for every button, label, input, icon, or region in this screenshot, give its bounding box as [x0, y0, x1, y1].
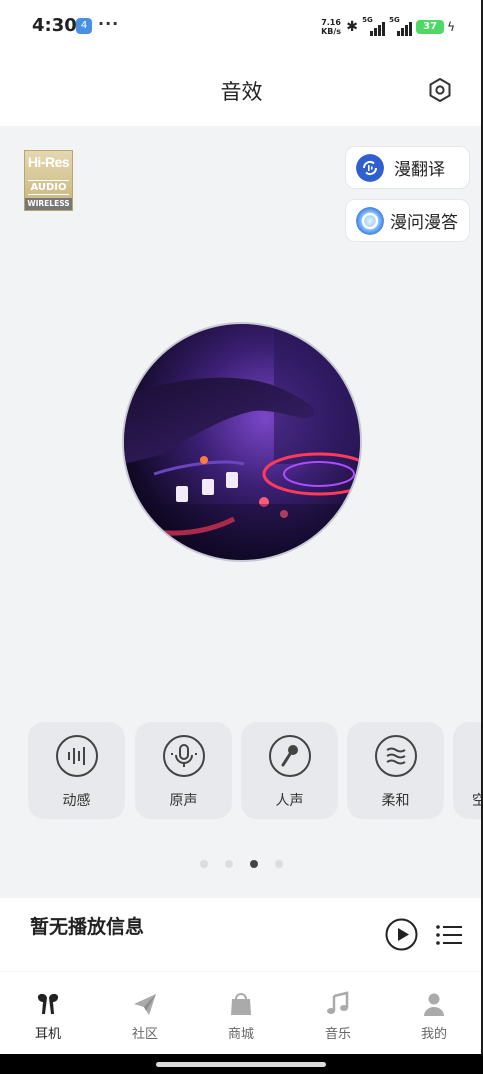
- person-icon: [424, 993, 444, 1016]
- hires-line2: AUDIO: [28, 180, 69, 195]
- translate-button[interactable]: 漫翻译: [345, 146, 470, 189]
- tab-label: 我的: [420, 1027, 447, 1042]
- paper-plane-icon: [134, 994, 156, 1015]
- ai-qa-button[interactable]: 漫问漫答: [345, 199, 470, 242]
- page-indicator: [0, 860, 483, 870]
- tab-label: 社区: [131, 1027, 158, 1042]
- preset-label: 人声: [275, 793, 304, 809]
- earbuds-icon: [37, 993, 59, 1014]
- signal-strength-icon-sim1: 5G: [362, 16, 386, 36]
- preset-original[interactable]: 原声: [135, 722, 232, 819]
- ai-qa-label: 漫问漫答: [390, 213, 458, 233]
- preset-soft[interactable]: 柔和: [347, 722, 444, 819]
- battery-icon: 37: [416, 20, 445, 34]
- now-playing-text: 暂无播放信息: [30, 916, 145, 938]
- music-note-icon: [327, 991, 349, 1014]
- sim2-network-label: 5G: [389, 16, 400, 24]
- page-dot[interactable]: [200, 860, 208, 868]
- charging-icon: ϟ: [447, 20, 455, 34]
- home-indicator[interactable]: [156, 1062, 326, 1067]
- playlist-icon[interactable]: [435, 922, 463, 948]
- sim1-network-label: 5G: [362, 16, 373, 24]
- translate-icon: [356, 153, 384, 182]
- status-indicators: 7.16 KB/s ✱ 5G 5G 37 ϟ: [320, 16, 455, 38]
- tab-community[interactable]: 社区: [97, 972, 193, 1054]
- status-bar: 4:30 4 ··· 7.16 KB/s ✱ 5G 5G 37 ϟ: [0, 0, 483, 54]
- more-notifications-icon: ···: [98, 14, 120, 33]
- bottom-tab-bar: 耳机 社区 商城 音乐 我的: [0, 972, 483, 1054]
- dj-mixer-illustration: [124, 324, 360, 560]
- preset-label: 原声: [169, 793, 198, 809]
- play-icon[interactable]: [385, 918, 418, 951]
- page-dot[interactable]: [225, 860, 233, 868]
- handheld-mic-icon: [269, 735, 311, 777]
- hires-audio-logo: Hi-Res AUDIO WIRELESS: [24, 150, 73, 211]
- bluetooth-icon: ✱: [346, 19, 358, 35]
- page-header: 音效: [0, 54, 483, 126]
- wave-lines-icon: [375, 735, 417, 777]
- tab-store[interactable]: 商城: [193, 972, 289, 1054]
- network-speed: 7.16 KB/s: [320, 18, 342, 36]
- gesture-navigation-area: [0, 1054, 483, 1074]
- tab-profile[interactable]: 我的: [386, 972, 482, 1054]
- preset-spatial[interactable]: 空: [453, 722, 483, 819]
- sound-effect-presets: 动感 原声 人声 柔和 空: [0, 722, 483, 820]
- hires-line1: Hi-Res: [27, 154, 70, 170]
- preset-dynamic[interactable]: 动感: [28, 722, 125, 819]
- tab-label: 商城: [227, 1027, 254, 1042]
- shopping-bag-icon: [231, 993, 251, 1015]
- now-playing-bar[interactable]: 暂无播放信息: [0, 898, 483, 971]
- status-time: 4:30: [32, 15, 77, 36]
- preset-label: 柔和: [381, 793, 410, 809]
- microphone-icon: [163, 735, 205, 777]
- notification-app-icon: 4: [76, 18, 92, 34]
- ai-ring-icon: [356, 206, 384, 235]
- effect-cover-image: [122, 322, 362, 562]
- tab-music[interactable]: 音乐: [290, 972, 386, 1054]
- preset-vocal[interactable]: 人声: [241, 722, 338, 819]
- equalizer-bars-icon: [56, 735, 98, 777]
- network-speed-unit: KB/s: [321, 27, 342, 36]
- page-dot[interactable]: [275, 860, 283, 868]
- translate-label: 漫翻译: [394, 160, 445, 180]
- page-dot-active[interactable]: [250, 860, 258, 868]
- network-speed-value: 7.16: [321, 18, 341, 27]
- signal-strength-icon-sim2: 5G: [389, 16, 413, 36]
- page-title: 音效: [220, 80, 263, 104]
- tab-earphones[interactable]: 耳机: [0, 972, 96, 1054]
- tab-label: 音乐: [324, 1027, 351, 1042]
- preset-label: 动感: [62, 793, 91, 809]
- hires-line3: WIRELESS: [25, 198, 72, 210]
- tab-label: 耳机: [34, 1027, 61, 1042]
- settings-hexagon-icon[interactable]: [426, 76, 454, 104]
